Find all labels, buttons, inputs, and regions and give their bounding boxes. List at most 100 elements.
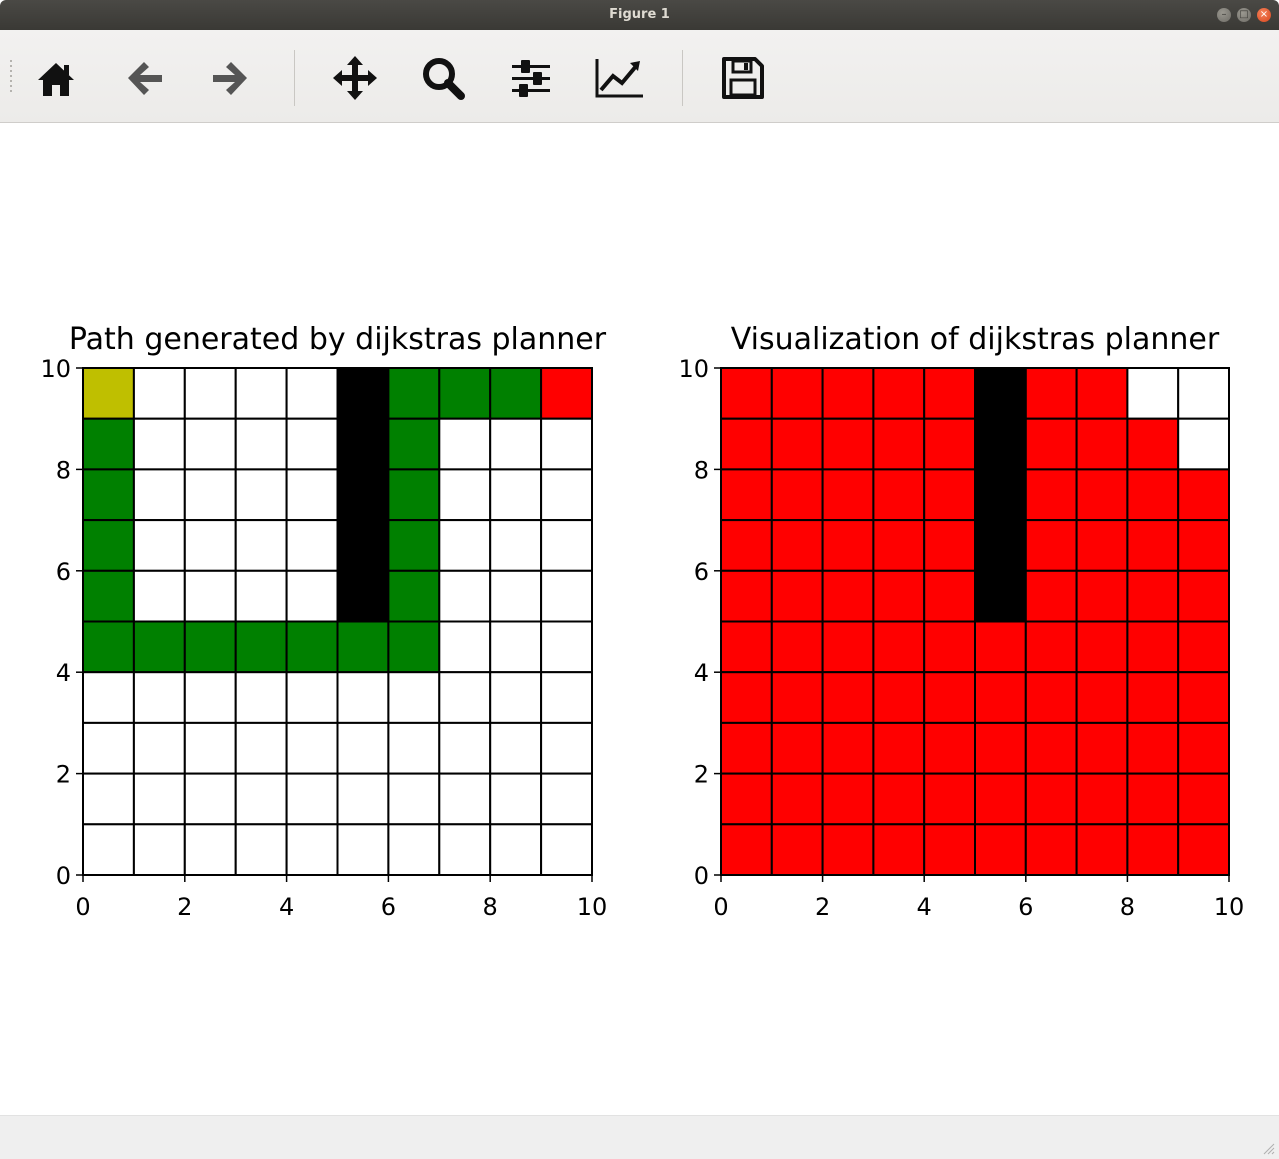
pan-button[interactable]	[328, 52, 382, 104]
y-tick-label: 6	[56, 558, 71, 586]
y-tick-label: 8	[56, 456, 71, 484]
grid-cell	[285, 620, 339, 674]
grid-cell	[387, 468, 441, 522]
grid-cell	[1126, 468, 1180, 522]
grid-cell	[234, 721, 288, 775]
zoom-button[interactable]	[416, 52, 470, 104]
grid-cell	[923, 569, 977, 623]
x-tick-label: 2	[177, 893, 192, 921]
grid-cell	[1126, 569, 1180, 623]
grid-cell	[872, 823, 926, 876]
close-icon[interactable]: ×	[1257, 8, 1271, 22]
chart-title: Path generated by dijkstras planner	[69, 322, 607, 357]
grid-cell	[1075, 620, 1129, 674]
grid-cell	[234, 519, 288, 572]
grid-cell	[387, 569, 441, 623]
back-button[interactable]	[117, 52, 171, 104]
grid-cell	[923, 417, 977, 471]
grid-cell	[923, 671, 977, 724]
grid-cell	[336, 823, 390, 876]
grid-cell	[1126, 417, 1180, 471]
grid-cell	[720, 671, 773, 724]
grid-cell	[1075, 569, 1129, 623]
grid-cell	[540, 823, 593, 876]
grid-cell	[923, 721, 977, 775]
grid-cell	[438, 620, 492, 674]
grid-cell	[285, 569, 339, 623]
configure-subplots-button[interactable]	[504, 52, 558, 104]
maximize-icon[interactable]: □	[1237, 8, 1251, 22]
edit-axis-button[interactable]	[592, 52, 646, 104]
grid-cell	[285, 823, 339, 876]
grid-cell	[285, 417, 339, 471]
grid-cell	[132, 772, 186, 826]
grid-cell	[234, 772, 288, 826]
grid-cell	[132, 519, 186, 572]
x-tick-label: 0	[713, 893, 728, 921]
grid-cell	[974, 671, 1027, 724]
minimize-icon[interactable]: –	[1217, 8, 1231, 22]
grid-cell	[387, 671, 441, 724]
grid-cell	[234, 417, 288, 471]
grid-cell	[1177, 367, 1230, 420]
x-tick-label: 10	[577, 893, 608, 921]
navigation-toolbar	[0, 30, 1279, 123]
grid-cell	[285, 367, 339, 420]
figure-canvas[interactable]: 0 2 4 6 8 10 0 2 4 6 8 10 Path generated by dijkstra…	[0, 123, 1279, 1115]
grid-cell	[974, 519, 1027, 572]
forward-button[interactable]	[204, 52, 258, 104]
grid-cell	[387, 823, 441, 876]
grid-cell	[974, 468, 1027, 522]
grid-cell	[1177, 671, 1230, 724]
move-icon	[333, 56, 377, 100]
grid-cell	[1024, 823, 1078, 876]
grid-cell	[387, 417, 441, 471]
grid-cell	[336, 772, 390, 826]
chart-title: Visualization of dijkstras planner	[731, 322, 1220, 357]
resize-grip-icon[interactable]	[1261, 1141, 1275, 1155]
y-tick-label: 10	[40, 355, 71, 383]
grid-cell	[821, 823, 875, 876]
grid-cell	[183, 468, 237, 522]
grid-cell	[336, 620, 390, 674]
grid-cell	[234, 671, 288, 724]
save-button[interactable]	[716, 52, 770, 104]
y-tick-label: 6	[694, 558, 709, 586]
grid-cell	[234, 620, 288, 674]
home-button[interactable]	[29, 52, 83, 104]
grid-cell	[872, 367, 926, 420]
grid-cell	[720, 823, 773, 876]
grid-cell	[285, 772, 339, 826]
grid-cell	[974, 823, 1027, 876]
grid-cell	[720, 721, 773, 775]
grid-cell	[438, 367, 492, 420]
grid-cell	[438, 671, 492, 724]
grid-cell	[1177, 417, 1230, 471]
grid-cell	[1024, 721, 1078, 775]
grid-cell	[872, 721, 926, 775]
grid-cell	[183, 772, 237, 826]
grid-cell	[1177, 823, 1230, 876]
grid-cell	[720, 367, 773, 420]
grid-cell	[132, 823, 186, 876]
grid-cell	[82, 721, 135, 775]
grid-cell	[770, 569, 824, 623]
toolbar-grip-icon[interactable]	[8, 60, 14, 94]
grid-cell	[1075, 721, 1129, 775]
grid-cell	[821, 620, 875, 674]
grid-cell	[82, 823, 135, 876]
grid-cell	[770, 620, 824, 674]
grid-cell	[132, 417, 186, 471]
x-tick-label: 8	[483, 893, 498, 921]
grid-cell	[1075, 671, 1129, 724]
grid-cell	[82, 468, 135, 522]
grid-cell	[82, 519, 135, 572]
grid-cell	[1024, 468, 1078, 522]
x-tick-label: 10	[1214, 893, 1245, 921]
grid-cell	[770, 721, 824, 775]
grid-cell	[1177, 519, 1230, 572]
grid-cell	[438, 772, 492, 826]
grid-cell	[387, 519, 441, 572]
grid-cell	[1126, 671, 1180, 724]
x-tick-label: 6	[1018, 893, 1033, 921]
